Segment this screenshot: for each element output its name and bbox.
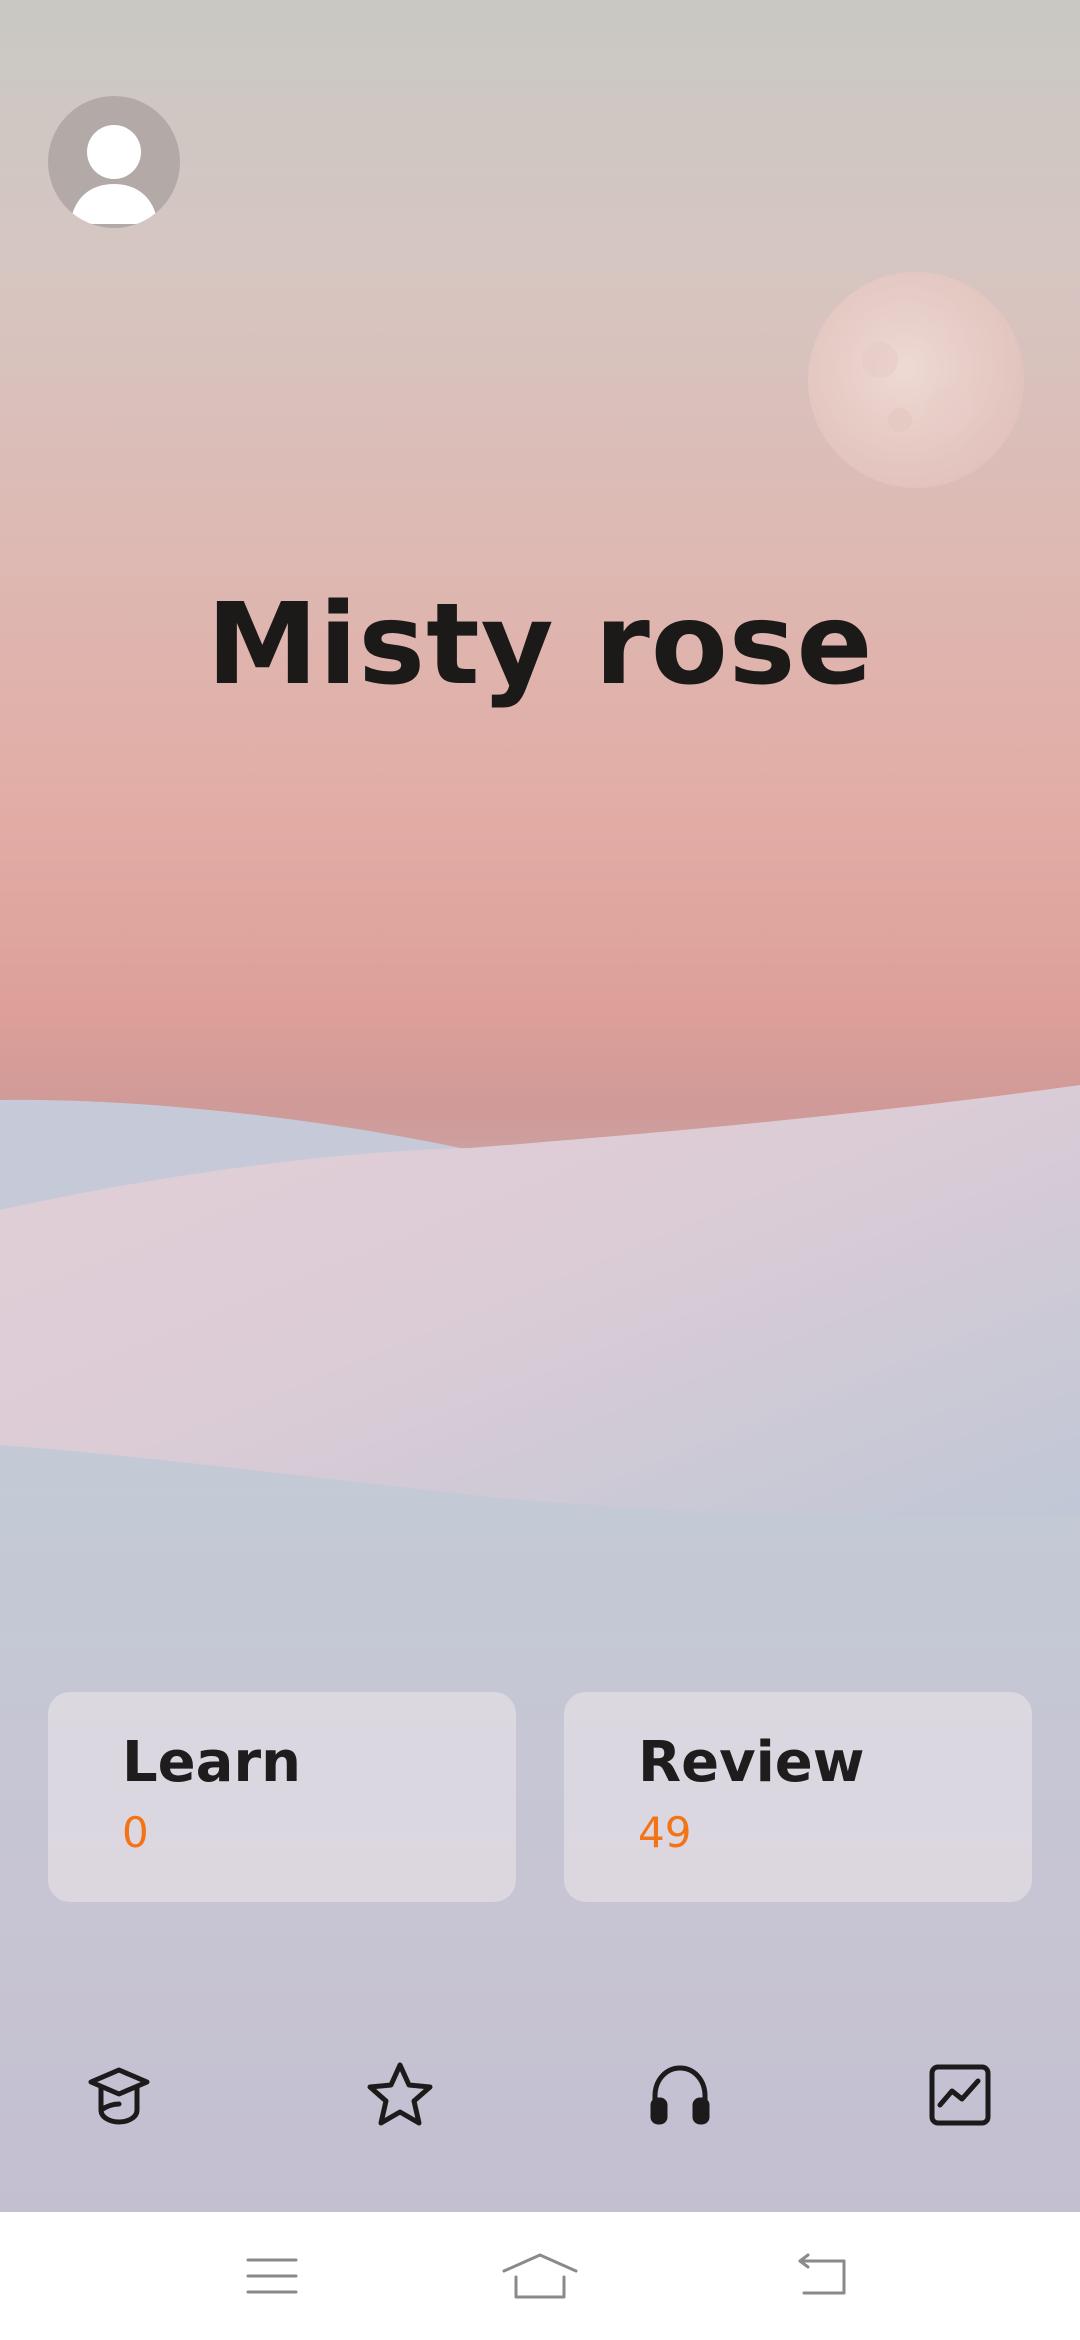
learn-card[interactable]: Learn 0 (48, 1692, 516, 1902)
tab-favorites[interactable] (350, 2040, 450, 2150)
user-avatar-icon (70, 125, 158, 224)
chart-icon (929, 2064, 991, 2126)
back-icon (798, 2253, 846, 2295)
page-title: Misty rose (206, 580, 874, 710)
bottom-tab-bar (0, 2040, 1080, 2150)
system-nav-bar (0, 2212, 1080, 2340)
review-label: Review (638, 1730, 865, 1795)
graduation-cap-icon (88, 2067, 150, 2125)
home-screen: Misty rose Learn 0 Review 49 (0, 0, 1080, 2212)
headphones-icon (650, 2065, 710, 2125)
moon (808, 272, 1024, 488)
nav-menu-button[interactable] (222, 2226, 322, 2326)
star-icon (367, 2062, 433, 2126)
nav-back-button[interactable] (772, 2226, 872, 2326)
menu-icon (246, 2258, 298, 2294)
tab-learn[interactable] (70, 2040, 170, 2150)
learn-count: 0 (122, 1808, 149, 1857)
tab-listen[interactable] (630, 2040, 730, 2150)
review-count: 49 (638, 1808, 692, 1857)
review-card[interactable]: Review 49 (564, 1692, 1032, 1902)
tab-statistics[interactable] (910, 2040, 1010, 2150)
profile-avatar[interactable] (48, 96, 180, 228)
home-icon (502, 2253, 578, 2299)
learn-label: Learn (122, 1730, 301, 1795)
nav-home-button[interactable] (490, 2226, 590, 2326)
